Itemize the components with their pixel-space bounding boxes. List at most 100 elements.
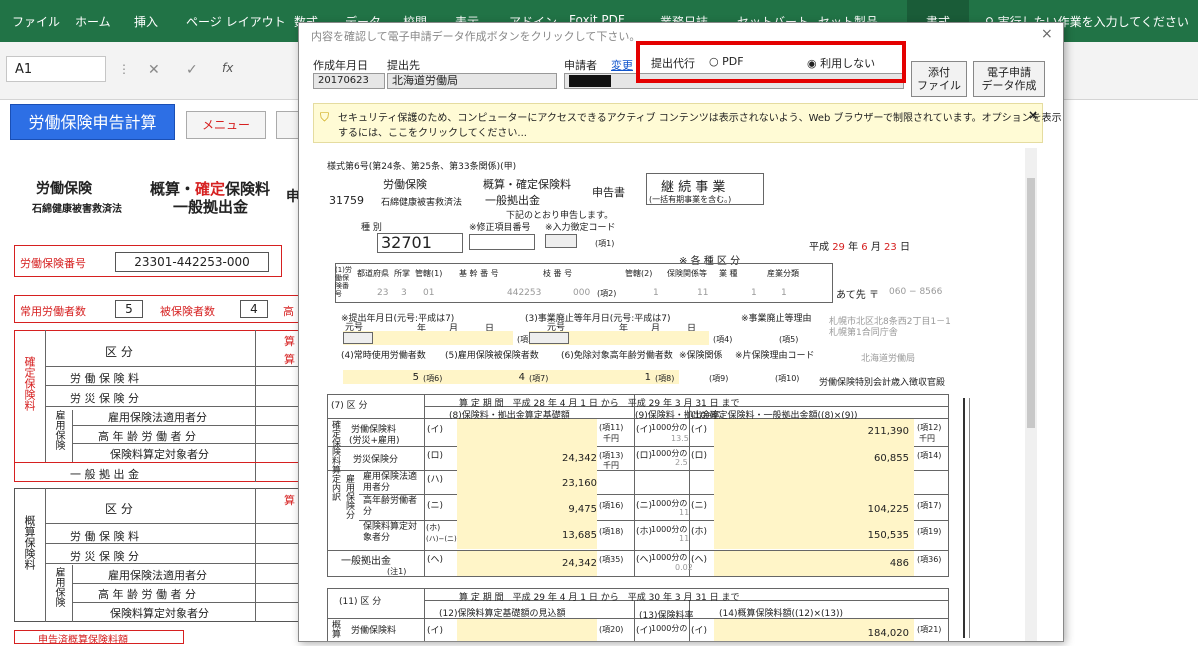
form-k6: (項6): [423, 374, 443, 383]
v-joji: 5: [412, 372, 419, 383]
h-todo: 都道府県: [357, 269, 389, 278]
close-icon[interactable]: ×: [1041, 26, 1053, 42]
security-close-icon[interactable]: ×: [1028, 108, 1038, 122]
r-he-3: (ヘ): [691, 555, 708, 565]
form-k35: (項35): [599, 555, 624, 564]
e-application-dialog: 内容を確認して電子申請データ作成ボタンをクリックして下さい。 × 作成年月日 提…: [298, 22, 1064, 642]
kakutei-side-label: 確定保険料: [23, 356, 36, 411]
rate-ni: 11: [679, 508, 690, 517]
insured-label: 被保険者数: [160, 305, 215, 318]
insured-value: 4: [240, 300, 268, 318]
form-k16: (項16): [599, 501, 624, 510]
form-k20: (項20): [599, 625, 624, 634]
teishutsu-gengo-dropdown[interactable]: [343, 332, 373, 344]
form-k14: (項14): [917, 451, 942, 460]
scroll-thumb[interactable]: [1027, 178, 1035, 428]
form-k21: (項21): [917, 625, 942, 634]
san-cell-2: 算: [284, 353, 295, 366]
row-korei-2: 高 年 齢 労 働 者 分: [98, 588, 196, 601]
form-k12: (項12): [917, 423, 942, 432]
shield-icon: ⛉: [320, 110, 330, 124]
san-cell-3: 算: [284, 494, 295, 507]
v2-14: 184,020: [867, 628, 909, 639]
more-options-icon[interactable]: ⋮: [118, 62, 130, 76]
form-ippan: 一般拠出金: [485, 194, 540, 207]
rate-1000-6: 1000分の: [651, 624, 688, 633]
cancel-icon[interactable]: ✕: [148, 62, 160, 78]
row-tekiyo-2: 雇用保険法適用者分: [108, 569, 207, 582]
haishi-gengo-dropdown[interactable]: [529, 332, 569, 344]
name-box[interactable]: A1: [6, 56, 106, 82]
r2-rodo: 労働保険料: [351, 626, 397, 636]
r-ho-3: (ホ): [691, 527, 708, 537]
form-menjo: (6)免除対象高年齢労働者数: [561, 351, 673, 361]
nyuryoku-dropdown[interactable]: [545, 234, 577, 248]
form-shubetsu: 種 別: [361, 223, 382, 233]
form-haishi-riyu: ※事業廃止等理由: [741, 314, 812, 324]
r-ro-2: (ロ): [636, 451, 653, 461]
title-button[interactable]: 労働保険申告計算: [10, 104, 175, 140]
row-korei: 高 年 齢 労 働 者 分: [98, 430, 196, 443]
row-rosai-2: 労 災 保 険 分: [70, 550, 139, 563]
form-tokubetsu: 労働保険特別会計歳入徴収官殿: [819, 378, 946, 388]
row-rodo: 労 働 保 険 料: [70, 372, 139, 385]
v-8ni: 9,475: [568, 504, 597, 515]
menu-button[interactable]: メニュー: [186, 111, 266, 139]
tab-page-layout[interactable]: ページ レイアウト: [186, 13, 286, 30]
tab-insert[interactable]: 挿入: [134, 13, 158, 30]
tab-file[interactable]: ファイル: [12, 13, 60, 30]
attach-file-button[interactable]: 添付 ファイル: [911, 61, 967, 97]
side-kaku: 確定保険料算定内訳: [330, 420, 340, 501]
change-link[interactable]: 変更: [611, 57, 633, 73]
form-k9: (項9): [709, 374, 729, 383]
r-i-2: (イ): [636, 425, 653, 435]
enter-icon[interactable]: ✓: [186, 62, 198, 78]
v-8ho: 13,685: [562, 530, 597, 541]
korei-label: 高: [283, 305, 294, 318]
insert-function-icon[interactable]: fx: [222, 61, 233, 75]
v-8he: 24,342: [562, 558, 597, 569]
h-gyo: 業 種: [719, 269, 738, 278]
tab-home[interactable]: ホーム: [75, 13, 111, 30]
col-12: (12)保険料算定基礎額の見込額: [439, 609, 566, 619]
r-chu: (注1): [387, 567, 407, 576]
row-rosai: 労 災 保 険 分: [70, 392, 139, 405]
form-gaisan: 概算・確定保険料: [483, 178, 571, 191]
t-kubun: (7) 区 分: [331, 401, 368, 411]
dest-value: 北海道労働局: [387, 73, 557, 89]
r-rodo2: (労災+雇用): [349, 436, 400, 446]
form-k5: (項5): [779, 335, 799, 344]
kubun-header: 区 分: [105, 345, 133, 359]
side-koyo: 雇用保険分: [344, 474, 354, 519]
col-13: (13)保険料率: [639, 611, 694, 621]
form-date: 平成 29 年 6 月 23 日: [809, 242, 910, 253]
r2-i-2: (イ): [636, 626, 653, 636]
dialog-title: 内容を確認して電子申請データ作成ボタンをクリックして下さい。: [311, 30, 641, 43]
form-atesaki: あて先 〒: [836, 290, 879, 301]
r-ni: (ニ): [427, 501, 444, 511]
h-kikan: 基 幹 番 号: [459, 269, 499, 278]
r-he: (ヘ): [427, 555, 444, 565]
scrollbar[interactable]: [1025, 148, 1037, 641]
workers-value: 5: [115, 300, 143, 318]
rate-1000-1: 1000分の: [651, 423, 688, 432]
row-rodo-2: 労 働 保 険 料: [70, 530, 139, 543]
workers-label: 常用労働者数: [20, 305, 86, 318]
r-tekiyo: 雇用保険法適用者分: [363, 472, 418, 493]
v-kankatsu: 1: [653, 288, 659, 298]
san-cell: 算: [284, 335, 295, 348]
create-data-button[interactable]: 電子申請 データ作成: [973, 61, 1045, 97]
rate-1000-5: 1000分の: [651, 553, 688, 562]
labor-insurance-no-label: 労働保険番号: [20, 257, 86, 270]
form-rodo: 労働保険: [383, 178, 427, 191]
security-bar[interactable]: ⛉ セキュリティ保護のため、コンピューターにアクセスできるアクティブ コンテンツ…: [313, 103, 1062, 143]
rate-i: 13.5: [671, 434, 689, 443]
v-8ro: 24,342: [562, 453, 597, 464]
gaisan-side-label: 概算保険料: [23, 515, 36, 570]
v-menjo: 1: [644, 372, 651, 383]
row-ippan: 一 般 拠 出 金: [70, 468, 139, 481]
v-10ho: 150,535: [867, 530, 909, 541]
senyen-1: 千円: [603, 434, 619, 443]
bottom-label: 申告済概算保険料額: [38, 635, 128, 646]
sheet-button[interactable]: [276, 111, 300, 139]
